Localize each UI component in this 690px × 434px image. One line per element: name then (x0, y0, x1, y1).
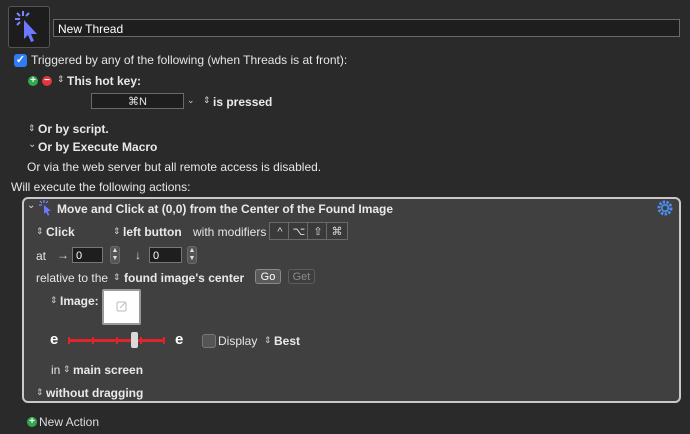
new-action-button[interactable]: New Action (39, 415, 99, 429)
display-label: Display (218, 334, 258, 348)
y-stepper[interactable]: ▲ ▼ (187, 246, 197, 264)
relative-label: relative to the (36, 271, 109, 285)
display-checkbox[interactable] (202, 334, 216, 348)
plus-icon[interactable]: + (27, 417, 37, 427)
image-placeholder-icon (116, 301, 127, 312)
click-cursor-icon (39, 200, 53, 219)
arrow-right-icon: → (57, 248, 69, 262)
button-select[interactable]: left button (123, 225, 182, 239)
or-by-execute-macro[interactable]: Or by Execute Macro (38, 140, 157, 154)
x-stepper[interactable]: ▲ ▼ (110, 246, 120, 264)
image-well[interactable] (102, 289, 141, 325)
slider-tick (92, 337, 94, 344)
relative-select[interactable]: found image's center (124, 271, 244, 285)
slider-tick (140, 337, 142, 344)
hotkey-field[interactable]: ⌘N (91, 93, 184, 109)
fuzz-right-label: e (175, 331, 184, 348)
chevron-down-icon[interactable]: ⌄ (27, 200, 35, 211)
updown-icon[interactable]: ⇕ (36, 226, 44, 237)
updown-icon[interactable]: ⇕ (113, 226, 121, 237)
x-coordinate-field[interactable]: 0 (72, 247, 103, 263)
fuzz-left-label: e (50, 331, 59, 348)
updown-icon[interactable]: ⇕ (63, 364, 71, 375)
minus-icon[interactable]: − (42, 76, 52, 86)
command-modifier-button[interactable]: ⌘ (326, 222, 348, 240)
image-source-select[interactable]: Image: (60, 294, 99, 308)
hotkey-trigger-label[interactable]: This hot key: (67, 74, 141, 88)
updown-icon[interactable]: ⇕ (36, 387, 44, 398)
fuzziness-slider-thumb[interactable] (131, 332, 138, 348)
chevron-down-icon[interactable]: ⌄ (28, 139, 36, 150)
go-button[interactable]: Go (255, 269, 281, 284)
plus-icon[interactable]: + (28, 76, 38, 86)
will-execute-label: Will execute the following actions: (11, 180, 191, 194)
updown-icon[interactable]: ⇕ (50, 295, 58, 306)
updown-icon[interactable]: ⇕ (264, 335, 272, 346)
display-select[interactable]: Best (274, 334, 300, 348)
macro-icon[interactable] (8, 6, 50, 48)
get-button[interactable]: Get (288, 269, 315, 284)
slider-tick (68, 337, 70, 344)
arrow-down-icon: ↓ (135, 248, 141, 262)
chevron-down-icon[interactable]: ⌄ (187, 95, 195, 106)
or-by-script[interactable]: Or by script. (38, 122, 109, 136)
hotkey-state-select[interactable]: is pressed (213, 95, 272, 109)
screen-select[interactable]: main screen (73, 363, 143, 377)
gear-icon[interactable] (657, 200, 673, 219)
updown-icon[interactable]: ⇕ (57, 74, 65, 85)
with-modifiers-label: with modifiers (193, 225, 267, 239)
slider-tick (116, 337, 118, 344)
y-coordinate-field[interactable]: 0 (149, 247, 182, 263)
updown-icon[interactable]: ⇕ (203, 95, 211, 106)
slider-tick (163, 337, 165, 344)
in-label: in (51, 363, 61, 377)
macro-name-field[interactable]: New Thread (53, 19, 680, 37)
drag-select[interactable]: without dragging (46, 386, 143, 400)
web-server-note: Or via the web server but all remote acc… (27, 160, 322, 174)
click-type-select[interactable]: Click (46, 225, 75, 239)
at-label: at (36, 249, 47, 263)
updown-icon[interactable]: ⇕ (113, 272, 121, 283)
trigger-label: Triggered by any of the following (when … (31, 53, 348, 67)
action-title[interactable]: Move and Click at (0,0) from the Center … (57, 202, 393, 216)
updown-icon[interactable]: ⇕ (28, 123, 36, 134)
triggered-checkbox[interactable]: ✓ (14, 54, 27, 67)
